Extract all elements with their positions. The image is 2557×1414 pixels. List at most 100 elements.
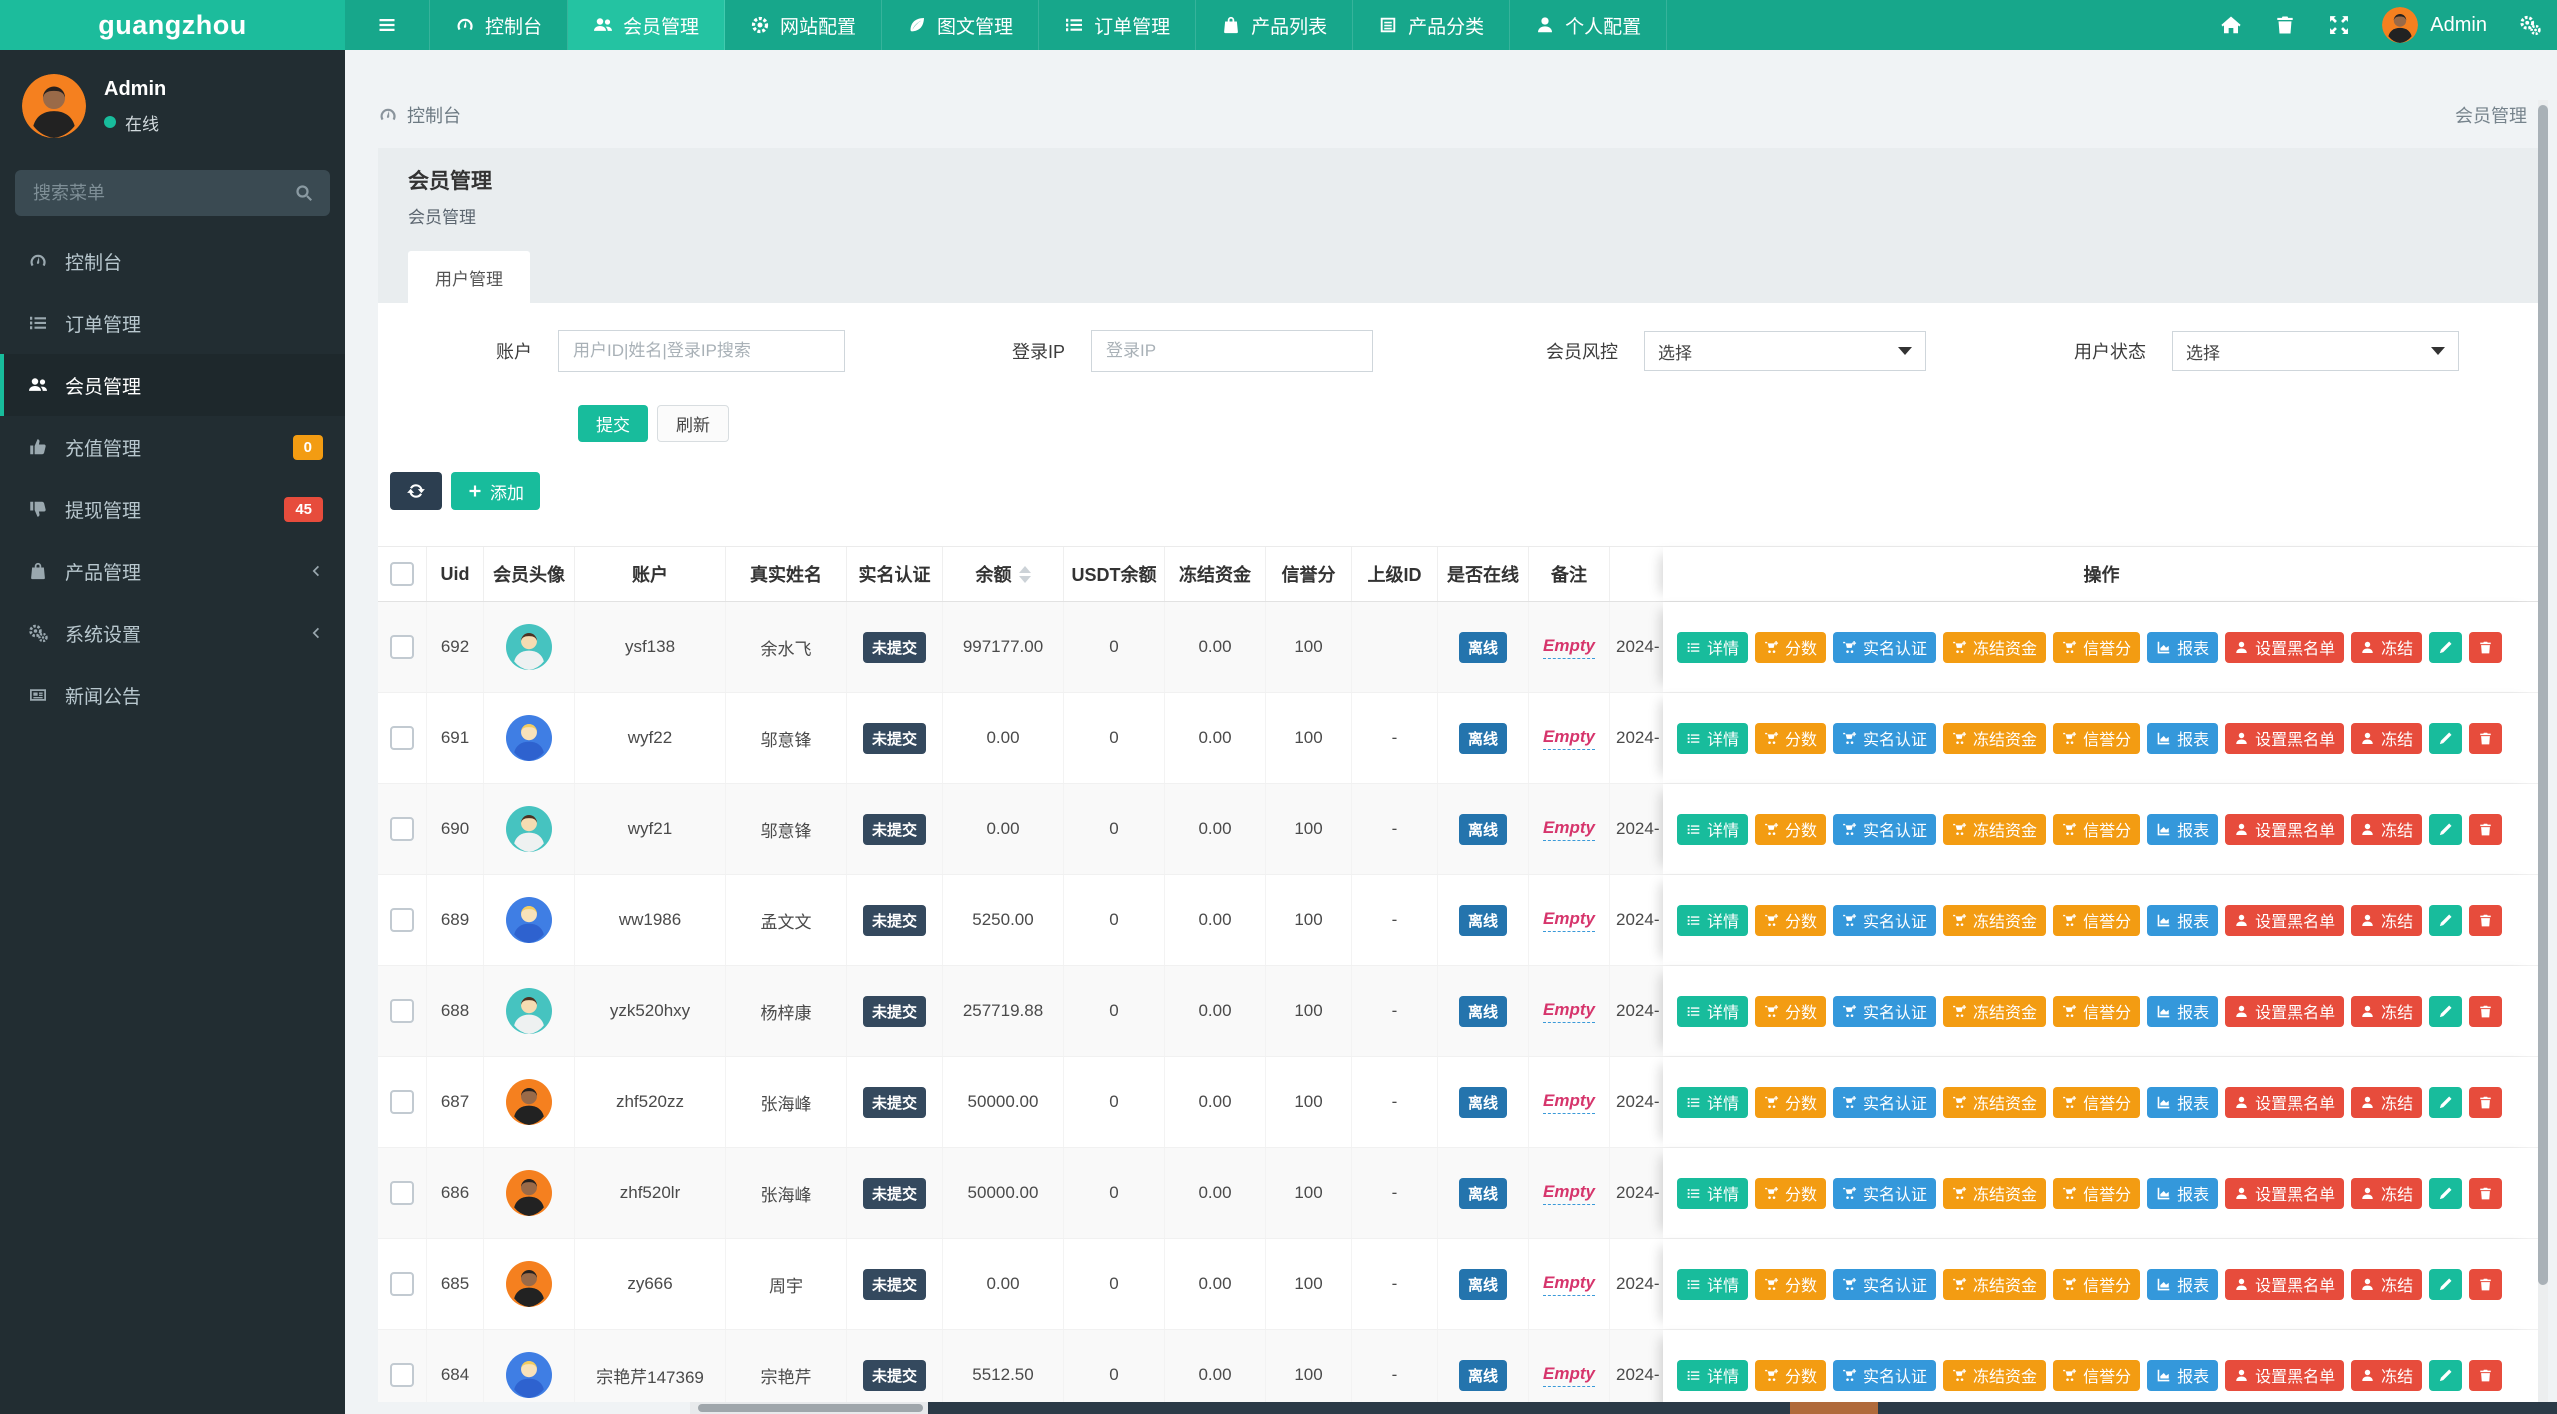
score-button[interactable]: 分数 bbox=[1755, 995, 1827, 1027]
remark-editable[interactable]: Empty bbox=[1543, 727, 1595, 750]
sidebar-item-7[interactable]: 新闻公告 bbox=[0, 664, 345, 726]
remark-editable[interactable]: Empty bbox=[1543, 909, 1595, 932]
freeze-button[interactable]: 冻结 bbox=[2351, 1086, 2423, 1118]
freeze-funds-button[interactable]: 冻结资金 bbox=[1943, 1086, 2047, 1118]
search-input[interactable] bbox=[31, 181, 284, 205]
blacklist-button[interactable]: 设置黑名单 bbox=[2225, 631, 2345, 663]
score-button[interactable]: 分数 bbox=[1755, 631, 1827, 663]
score-button[interactable]: 分数 bbox=[1755, 1086, 1827, 1118]
detail-button[interactable]: 详情 bbox=[1677, 631, 1749, 663]
expand-icon[interactable] bbox=[2328, 14, 2350, 36]
freeze-button[interactable]: 冻结 bbox=[2351, 722, 2423, 754]
nav-item-0[interactable]: 控制台 bbox=[430, 0, 569, 50]
detail-button[interactable]: 详情 bbox=[1677, 813, 1749, 845]
horizontal-scrollbar[interactable] bbox=[690, 1402, 2557, 1414]
row-checkbox[interactable] bbox=[390, 635, 414, 659]
user-menu[interactable]: Admin bbox=[2382, 7, 2487, 43]
sidebar-item-1[interactable]: 订单管理 bbox=[0, 292, 345, 354]
freeze-button[interactable]: 冻结 bbox=[2351, 813, 2423, 845]
reload-table-button[interactable] bbox=[390, 472, 442, 510]
row-checkbox[interactable] bbox=[390, 817, 414, 841]
tab-user-management[interactable]: 用户管理 bbox=[408, 251, 530, 303]
detail-button[interactable]: 详情 bbox=[1677, 722, 1749, 754]
search-icon[interactable] bbox=[294, 183, 314, 203]
add-member-button[interactable]: 添加 bbox=[451, 472, 540, 510]
report-button[interactable]: 报表 bbox=[2147, 631, 2219, 663]
nav-item-6[interactable]: 产品分类 bbox=[1353, 0, 1511, 50]
freeze-funds-button[interactable]: 冻结资金 bbox=[1943, 1359, 2047, 1391]
sort-icon[interactable] bbox=[1018, 565, 1031, 583]
select-all-checkbox[interactable] bbox=[390, 562, 414, 586]
sidebar-item-2[interactable]: 会员管理 bbox=[0, 354, 345, 416]
detail-button[interactable]: 详情 bbox=[1677, 1177, 1749, 1209]
remark-editable[interactable]: Empty bbox=[1543, 1364, 1595, 1387]
verify-button[interactable]: 实名认证 bbox=[1833, 722, 1937, 754]
blacklist-button[interactable]: 设置黑名单 bbox=[2225, 1359, 2345, 1391]
verify-button[interactable]: 实名认证 bbox=[1833, 813, 1937, 845]
freeze-button[interactable]: 冻结 bbox=[2351, 1177, 2423, 1209]
delete-button[interactable] bbox=[2469, 1268, 2503, 1300]
score-button[interactable]: 分数 bbox=[1755, 1177, 1827, 1209]
row-checkbox[interactable] bbox=[390, 999, 414, 1023]
freeze-button[interactable]: 冻结 bbox=[2351, 1268, 2423, 1300]
credit-button[interactable]: 信誉分 bbox=[2053, 1086, 2141, 1118]
blacklist-button[interactable]: 设置黑名单 bbox=[2225, 904, 2345, 936]
score-button[interactable]: 分数 bbox=[1755, 1359, 1827, 1391]
remark-editable[interactable]: Empty bbox=[1543, 1091, 1595, 1114]
trash-icon[interactable] bbox=[2274, 14, 2296, 36]
account-search-input[interactable] bbox=[558, 330, 845, 372]
delete-button[interactable] bbox=[2469, 1086, 2503, 1118]
nav-item-3[interactable]: 图文管理 bbox=[882, 0, 1040, 50]
report-button[interactable]: 报表 bbox=[2147, 813, 2219, 845]
blacklist-button[interactable]: 设置黑名单 bbox=[2225, 1086, 2345, 1118]
vertical-scrollbar[interactable] bbox=[2538, 100, 2548, 1414]
remark-editable[interactable]: Empty bbox=[1543, 1000, 1595, 1023]
blacklist-button[interactable]: 设置黑名单 bbox=[2225, 813, 2345, 845]
freeze-button[interactable]: 冻结 bbox=[2351, 995, 2423, 1027]
credit-button[interactable]: 信誉分 bbox=[2053, 995, 2141, 1027]
edit-button[interactable] bbox=[2429, 1177, 2463, 1209]
row-checkbox[interactable] bbox=[390, 1363, 414, 1387]
blacklist-button[interactable]: 设置黑名单 bbox=[2225, 1177, 2345, 1209]
column-header[interactable]: 余额 bbox=[943, 547, 1064, 601]
blacklist-button[interactable]: 设置黑名单 bbox=[2225, 722, 2345, 754]
scrollbar-thumb[interactable] bbox=[698, 1404, 923, 1412]
home-icon[interactable] bbox=[2220, 14, 2242, 36]
sidebar-item-3[interactable]: 充值管理 0 bbox=[0, 416, 345, 478]
score-button[interactable]: 分数 bbox=[1755, 813, 1827, 845]
user-status-select[interactable]: 选择 bbox=[2172, 331, 2459, 371]
report-button[interactable]: 报表 bbox=[2147, 1177, 2219, 1209]
score-button[interactable]: 分数 bbox=[1755, 1268, 1827, 1300]
sidebar-item-0[interactable]: 控制台 bbox=[0, 230, 345, 292]
row-checkbox[interactable] bbox=[390, 726, 414, 750]
nav-item-4[interactable]: 订单管理 bbox=[1039, 0, 1197, 50]
edit-button[interactable] bbox=[2429, 1268, 2463, 1300]
report-button[interactable]: 报表 bbox=[2147, 1086, 2219, 1118]
credit-button[interactable]: 信誉分 bbox=[2053, 1177, 2141, 1209]
edit-button[interactable] bbox=[2429, 813, 2463, 845]
row-checkbox[interactable] bbox=[390, 1090, 414, 1114]
edit-button[interactable] bbox=[2429, 1359, 2463, 1391]
verify-button[interactable]: 实名认证 bbox=[1833, 631, 1937, 663]
gears-icon[interactable] bbox=[2519, 14, 2541, 36]
detail-button[interactable]: 详情 bbox=[1677, 1359, 1749, 1391]
detail-button[interactable]: 详情 bbox=[1677, 1086, 1749, 1118]
freeze-button[interactable]: 冻结 bbox=[2351, 904, 2423, 936]
delete-button[interactable] bbox=[2469, 1177, 2503, 1209]
credit-button[interactable]: 信誉分 bbox=[2053, 1268, 2141, 1300]
edit-button[interactable] bbox=[2429, 904, 2463, 936]
verify-button[interactable]: 实名认证 bbox=[1833, 1177, 1937, 1209]
delete-button[interactable] bbox=[2469, 995, 2503, 1027]
edit-button[interactable] bbox=[2429, 631, 2463, 663]
blacklist-button[interactable]: 设置黑名单 bbox=[2225, 995, 2345, 1027]
nav-item-7[interactable]: 个人配置 bbox=[1510, 0, 1668, 50]
remark-editable[interactable]: Empty bbox=[1543, 1273, 1595, 1296]
report-button[interactable]: 报表 bbox=[2147, 995, 2219, 1027]
detail-button[interactable]: 详情 bbox=[1677, 995, 1749, 1027]
freeze-funds-button[interactable]: 冻结资金 bbox=[1943, 813, 2047, 845]
credit-button[interactable]: 信誉分 bbox=[2053, 631, 2141, 663]
remark-editable[interactable]: Empty bbox=[1543, 818, 1595, 841]
row-checkbox[interactable] bbox=[390, 908, 414, 932]
nav-item-5[interactable]: 产品列表 bbox=[1196, 0, 1354, 50]
score-button[interactable]: 分数 bbox=[1755, 904, 1827, 936]
